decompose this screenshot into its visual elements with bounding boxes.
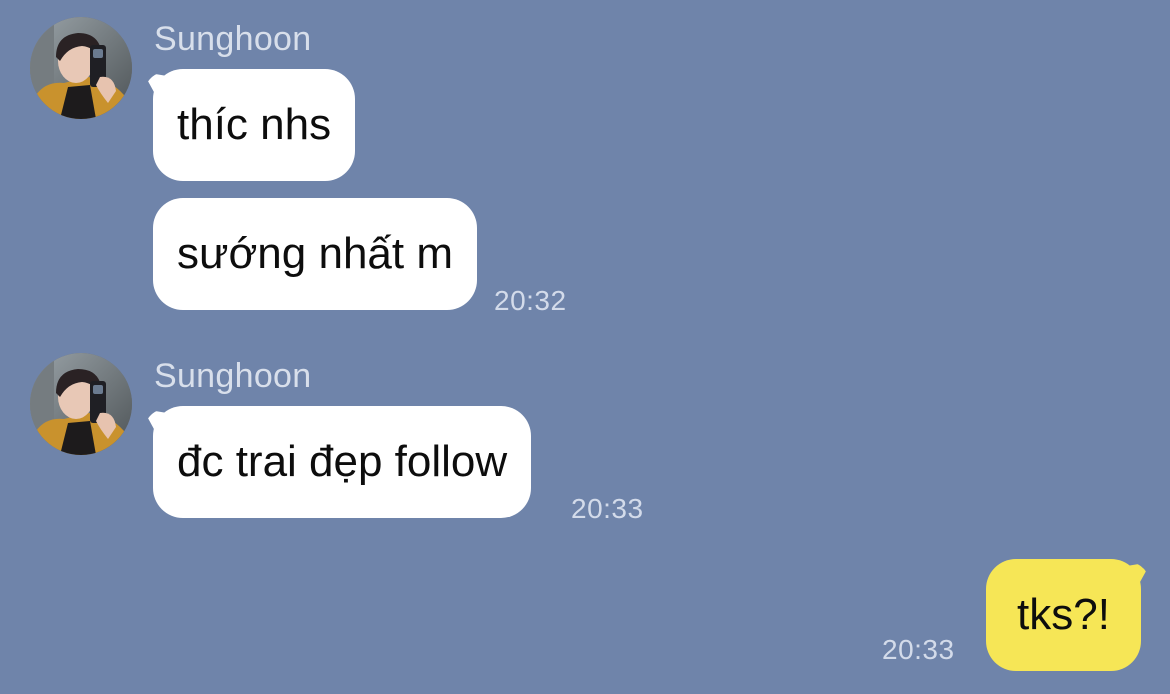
profile-photo-icon <box>30 17 132 119</box>
outgoing-message-bubble[interactable]: tks?! <box>986 559 1141 671</box>
message-timestamp: 20:33 <box>571 493 644 524</box>
message-text: tks?! <box>1017 590 1110 639</box>
sender-name: Sunghoon <box>154 20 312 58</box>
sender-name: Sunghoon <box>154 357 312 395</box>
message-timestamp: 20:32 <box>494 285 567 316</box>
sender-avatar[interactable] <box>30 17 132 119</box>
message-text: thíc nhs <box>177 100 332 149</box>
message-bubble[interactable]: thíc nhs <box>153 69 356 181</box>
message-text: sướng nhất m <box>177 229 453 278</box>
message-text: đc trai đẹp follow <box>177 437 508 486</box>
sender-avatar[interactable] <box>30 353 132 455</box>
profile-photo-icon <box>30 353 132 455</box>
chat-thread: Sunghoon thíc nhs sướng nhất m 20:32 Sun… <box>0 0 1170 694</box>
message-bubble[interactable]: đc trai đẹp follow <box>153 406 532 518</box>
message-timestamp: 20:33 <box>882 634 955 665</box>
message-bubble[interactable]: sướng nhất m <box>153 198 477 310</box>
